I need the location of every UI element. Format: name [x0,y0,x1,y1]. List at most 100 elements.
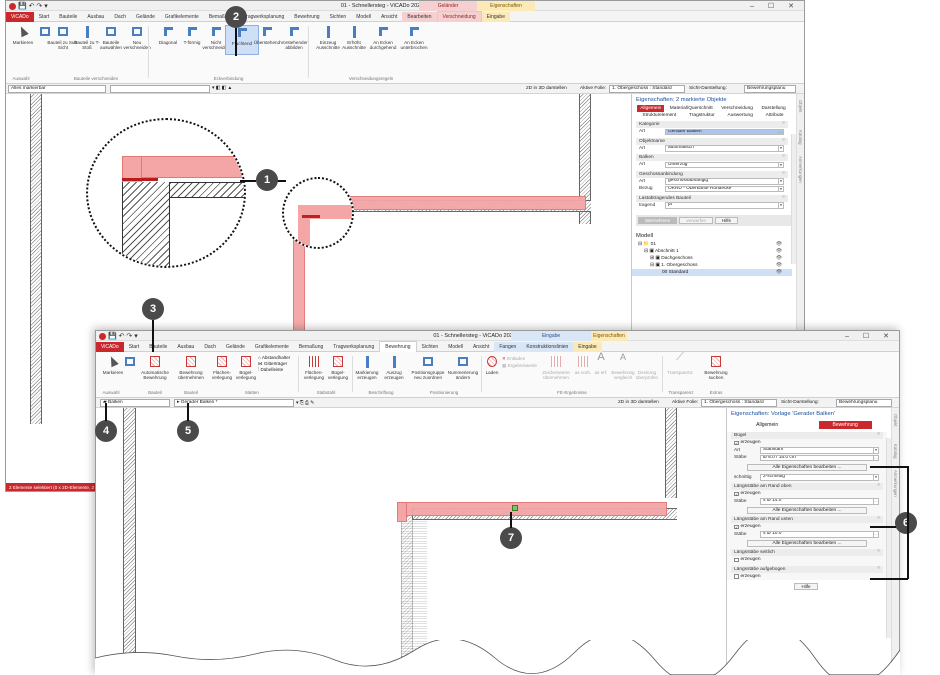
hilfe-button[interactable]: Hilfe [794,583,818,590]
tab-strukturelement[interactable]: Strukturelement [639,112,679,119]
template-tools-icons[interactable]: ▾ ⎘ ⎙ ✎ [296,400,314,406]
kategorie-art-field[interactable]: Gerader Balken… [665,128,784,135]
toolbar-icons[interactable]: ▾ ◧ ◧ ▲ [212,86,232,91]
buegel-alle-eigenschaften-button[interactable]: Alle Eigenschaften bearbeiten ... [747,463,867,471]
vtab-katalog[interactable]: Katalog [893,444,898,459]
window-controls[interactable]: – ☐ ✕ [750,2,800,10]
oben-alle-eigenschaften-button[interactable]: Alle Eigenschaften bearbeiten ... [747,507,867,514]
tab-tragstruktur[interactable]: Tragstruktur [686,112,718,119]
unten-erzeugen-checkbox[interactable]: ✓ erzeugen [731,523,883,531]
auszug-erzeugen-button[interactable]: Auszug erzeugen [379,355,409,380]
vtab-anmerkungen[interactable]: Anmerkungen [798,156,803,183]
tree-item[interactable]: ⊟ 📁 01 👁 [632,241,792,248]
tab-bewehrung[interactable]: Bewehrung [379,341,417,352]
vtab-anmerkungen[interactable]: Anmerkungen [893,470,898,497]
beam-template-corner[interactable] [397,502,407,522]
automatische-bewehrung-button[interactable]: Automatische Bewehrung [138,355,172,380]
eye-icon[interactable]: 👁 [776,269,782,276]
cursor-snap-point[interactable] [512,505,518,511]
2d-in-3d-toggle[interactable]: 2D in 3D darstellen [526,86,567,91]
tab-attribute[interactable]: Attribute [763,112,787,119]
model-tree[interactable]: ⊟ 📁 01 👁 ⊟ ▣ Abschnitt 1 👁 ⊞ ▣ Dachgeschos… [632,241,792,276]
compare-icon: A [619,352,626,362]
tree-item[interactable]: ⊟ ▣ Abschnitt 1 👁 [632,248,792,255]
ergebniswerte-button[interactable]: ▦ Ergebniswerte [502,362,537,369]
aktive-folie-dropdown[interactable]: 1. Obergeschoss : Standard [609,85,685,93]
corner-interrupted-icon [410,27,419,36]
template-dropdown[interactable]: ▸ Gerader Balken * [174,399,294,407]
tragend-select[interactable]: ja ▾ [665,202,784,209]
seitlich-erzeugen-checkbox[interactable]: erzeugen [731,556,883,564]
sicht-dropdown[interactable]: Bewehrungsplanu [836,399,892,407]
hilfe-button[interactable]: Hilfe [715,217,739,224]
zeichenwerte-button[interactable]: Zeichenwerte übernehmen [536,355,576,380]
buegel-erzeugen-checkbox[interactable]: ✓ erzeugen [731,439,883,447]
positionsgruppe-button[interactable]: Positionsgruppe neu zuordnen [408,355,448,380]
doebelleiste-button[interactable]: ⫶ Dübelleiste [258,367,290,373]
tab-darstellung[interactable]: Darstellung [758,105,788,112]
beam-template-preview[interactable] [397,502,667,516]
bewehrung-suchen-button[interactable]: Bewehrung suchen [700,355,732,380]
filter-dropdown[interactable]: Alles markierbar [8,85,106,93]
eye-icon[interactable]: 👁 [776,255,782,262]
objektname-art-select[interactable]: automatisch ▾ [665,145,784,152]
ribbon-tabs: ViCADo Start Bauteile Ausbau Dach Gelände Graf… [6,11,804,29]
unten-alle-eigenschaften-button[interactable]: Alle Eigenschaften bearbeiten ... [747,540,867,547]
template-dropdown[interactable] [110,85,210,93]
an-ecken-unterbrochen-button[interactable]: An Ecken unterbrochen [397,25,431,50]
load-icon [487,356,497,367]
zoom-source-circle [282,177,354,249]
transparenz-button[interactable]: ⟋ Transparenz [664,352,696,376]
bewehrung-uebernehmen-button[interactable]: Bewehrung übernehmen [174,355,208,380]
vtab-katalog[interactable]: Katalog [798,130,803,145]
tree-item[interactable]: 00 Standard 👁 [632,269,792,276]
tree-item[interactable]: ⊟ ▣ 1. Obergeschoss 👁 [632,262,792,269]
vorstehender-button[interactable]: Vorstehender abbilden [277,25,311,50]
aufgebogen-erzeugen-checkbox[interactable]: erzeugen [731,573,883,581]
geschoss-bezug-select[interactable]: OKRD - Oberkante Rohdecke ▾ [665,185,784,192]
oben-erzeugen-checkbox[interactable]: ✓ erzeugen [731,490,883,498]
tab-verschneidung-panel[interactable]: Verschneidung [718,105,756,112]
window-controls[interactable]: – ☐ ✕ [845,332,895,340]
buegelverlegung-stab-button[interactable]: Bügel-verlegung [324,355,352,380]
scrollbar[interactable] [886,438,891,638]
vtab-objekt[interactable]: Objekt [798,100,803,112]
eye-icon[interactable]: 👁 [776,262,782,269]
markierung-erzeugen-button[interactable]: Markierung erzeugen [352,355,382,380]
section-rand-oben: Längsstäbe am Rand oben ✓erzeugen Stäbe4… [731,483,883,514]
eye-icon[interactable]: 👁 [776,241,782,248]
tab-auswertung[interactable]: Auswertung [725,112,756,119]
buegel-art-select[interactable]: Stabstahl ▾ [760,447,879,454]
tab-allgemein[interactable]: Allgemein [746,421,788,429]
buegelverlegung-matten-button[interactable]: Bügel-verlegung [232,355,260,380]
2d-in-3d-toggle[interactable]: 2D in 3D darstellen [618,400,659,405]
sicht-dropdown[interactable]: Bewehrungsplanu [744,85,796,93]
buegel-staebe-field[interactable]: Ø 8.0 / 15.0 cm… [760,454,879,461]
aktive-folie-dropdown[interactable]: 1. Obergeschoss : Standard [701,399,777,407]
ribbon-bewehrung: Markieren Automatische Bewehrung Bewehru… [96,352,899,398]
unten-staebe-field[interactable]: 4 Ø 10.0… [760,531,879,538]
tree-item[interactable]: ⊞ ▣ Dachgeschoss 👁 [632,255,792,262]
tab-allgemein[interactable]: Allgemein [637,105,665,112]
balken-art-select[interactable]: Unterzug ▾ [665,161,784,168]
laden-button[interactable]: Laden [482,355,502,375]
scrollbar[interactable] [791,134,796,264]
diagonal-icon [164,27,173,36]
tab-material[interactable]: Material/Querschnitt [667,105,716,112]
select-mode-button[interactable] [120,355,140,370]
uebernehmen-button[interactable]: übernehmen [638,217,678,224]
verwerfen-button[interactable]: verwerfen [679,217,714,224]
schnittig-select[interactable]: 2-schnittig ▾ [760,474,879,481]
an-ecken-durchgehend-button[interactable]: An Ecken durchgehend [366,25,400,50]
deckung-button[interactable]: Deckung überprüfen [632,355,662,380]
eye-icon[interactable]: 👁 [776,248,782,255]
oben-staebe-field[interactable]: 4 Ø 14.0… [760,498,879,505]
entladen-button[interactable]: ✕ Entladen [502,355,537,362]
nummerierung-button[interactable]: Nummerierung ändern [446,355,480,380]
tab-verschneidung[interactable]: Verschneidung [436,11,482,22]
tab-bewehrung-panel[interactable]: Bewehrung [818,421,872,429]
geschoss-art-select[interactable]: geschossabhängig ▾ [665,178,784,185]
vtab-objekt[interactable]: Objekt [893,414,898,426]
component-type-dropdown[interactable]: ▰ Balken [100,399,170,407]
drawing-canvas[interactable] [96,408,726,674]
